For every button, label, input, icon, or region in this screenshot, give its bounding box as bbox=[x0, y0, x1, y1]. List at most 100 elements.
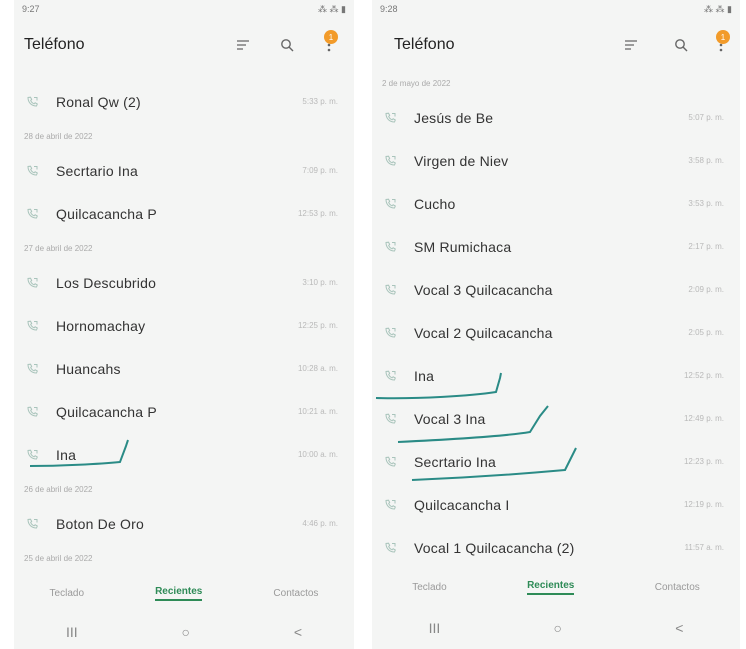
call-icon bbox=[26, 95, 40, 109]
contact-name: Vocal 1 Quilcacancha (2) bbox=[414, 539, 575, 556]
search-icon[interactable] bbox=[670, 34, 692, 56]
contact-name: Virgen de Niev bbox=[414, 152, 509, 169]
bottom-tabs: Teclado Recientes Contactos bbox=[14, 578, 354, 608]
phone-screenshot-right: 9:28 ⁂ ⁂ ▮ Teléfono 1 2 de mayo de 2022 J… bbox=[372, 0, 740, 649]
call-time: 5:33 p. m. bbox=[302, 97, 338, 106]
recent-apps-button[interactable]: III bbox=[66, 624, 78, 640]
call-time: 3:58 p. m. bbox=[688, 156, 724, 165]
call-log-row[interactable]: SM Rumichaca 2:17 p. m. bbox=[372, 225, 740, 268]
contact-name: Quilcacancha P bbox=[56, 205, 157, 222]
call-log-row[interactable]: Huancahs 10:28 a. m. bbox=[14, 347, 354, 390]
call-log-row[interactable]: Secrtario Ina 7:09 p. m. bbox=[14, 149, 354, 192]
date-header: 2 de mayo de 2022 bbox=[382, 78, 451, 88]
home-button[interactable]: ○ bbox=[182, 624, 190, 640]
contact-name: Ronal Qw (2) bbox=[56, 93, 141, 110]
contact-name: Los Descubrido bbox=[56, 274, 157, 291]
call-icon bbox=[26, 517, 40, 531]
call-time: 3:53 p. m. bbox=[688, 199, 724, 208]
call-icon bbox=[384, 283, 398, 297]
back-button[interactable]: < bbox=[675, 620, 683, 636]
filter-icon[interactable] bbox=[620, 34, 642, 56]
status-bar: 9:27 ⁂ ⁂ ▮ bbox=[22, 2, 346, 16]
status-icons: ⁂ ⁂ ▮ bbox=[318, 3, 346, 14]
status-bar: 9:28 ⁂ ⁂ ▮ bbox=[380, 2, 732, 16]
call-icon bbox=[384, 498, 398, 512]
call-time: 7:09 p. m. bbox=[302, 166, 338, 175]
call-log-row[interactable]: Vocal 2 Quilcacancha 2:05 p. m. bbox=[372, 311, 740, 354]
contact-name: Vocal 3 Ina bbox=[414, 410, 486, 427]
search-icon[interactable] bbox=[276, 34, 298, 56]
call-icon bbox=[26, 164, 40, 178]
call-icon bbox=[26, 448, 40, 462]
call-log-row[interactable]: Hornomachay 12:25 p. m. bbox=[14, 304, 354, 347]
call-time: 12:25 p. m. bbox=[297, 321, 338, 330]
contact-name: Ina bbox=[414, 367, 435, 384]
more-vert-icon[interactable]: 1 bbox=[318, 30, 340, 56]
call-icon bbox=[384, 455, 398, 469]
call-log-row[interactable]: Jesús de Be 5:07 p. m. bbox=[372, 96, 740, 139]
contact-name: Vocal 3 Quilcacancha bbox=[414, 281, 553, 298]
call-log-row[interactable]: Vocal 3 Ina 12:49 p. m. bbox=[372, 397, 740, 440]
notification-badge: 1 bbox=[716, 30, 730, 44]
call-log-row[interactable]: Secrtario Ina 12:23 p. m. bbox=[372, 440, 740, 483]
bottom-tabs: Teclado Recientes Contactos bbox=[372, 572, 740, 602]
status-icons: ⁂ ⁂ ▮ bbox=[704, 3, 732, 14]
call-time: 12:52 p. m. bbox=[683, 371, 724, 380]
call-icon bbox=[26, 362, 40, 376]
app-bar: Teléfono 1 bbox=[372, 28, 740, 64]
system-nav-bar: III ○ < bbox=[372, 608, 740, 648]
call-icon bbox=[384, 111, 398, 125]
call-time: 11:57 a. m. bbox=[684, 543, 724, 552]
call-time: 2:09 p. m. bbox=[688, 285, 724, 294]
call-log-row[interactable]: Quilcacancha P 12:53 p. m. bbox=[14, 192, 354, 235]
call-time: 2:17 p. m. bbox=[688, 242, 724, 251]
call-time: 12:19 p. m. bbox=[683, 500, 724, 509]
call-time: 3:10 p. m. bbox=[302, 278, 338, 287]
call-icon bbox=[26, 276, 40, 290]
contact-name: Quilcacancha P bbox=[56, 403, 157, 420]
call-log-row[interactable]: Quilcacancha P 10:21 a. m. bbox=[14, 390, 354, 433]
call-time: 10:00 a. m. bbox=[297, 450, 338, 459]
notification-badge: 1 bbox=[324, 30, 338, 44]
phone-screenshot-left: 9:27 ⁂ ⁂ ▮ Teléfono 1 Ronal Qw (2) 5:33 p… bbox=[14, 0, 354, 649]
call-log-row[interactable]: Los Descubrido 3:10 p. m. bbox=[14, 261, 354, 304]
recent-apps-button[interactable]: III bbox=[429, 620, 441, 636]
call-time: 5:07 p. m. bbox=[688, 113, 724, 122]
tab-recientes[interactable]: Recientes bbox=[155, 586, 203, 601]
date-header: 26 de abril de 2022 bbox=[24, 484, 93, 494]
tab-recientes[interactable]: Recientes bbox=[527, 580, 575, 595]
call-time: 12:53 p. m. bbox=[297, 209, 338, 218]
tab-contactos[interactable]: Contactos bbox=[655, 582, 700, 593]
call-time: 10:21 a. m. bbox=[297, 407, 338, 416]
call-log-row[interactable]: Boton De Oro 4:46 p. m. bbox=[14, 502, 354, 545]
tab-teclado[interactable]: Teclado bbox=[50, 588, 84, 599]
more-vert-icon[interactable]: 1 bbox=[710, 30, 732, 56]
contact-name: Hornomachay bbox=[56, 317, 146, 334]
call-icon bbox=[384, 197, 398, 211]
recent-calls-list: 2 de mayo de 2022 Jesús de Be 5:07 p. m. Vi… bbox=[372, 70, 740, 569]
call-time: 12:23 p. m. bbox=[683, 457, 724, 466]
recent-calls-list: Ronal Qw (2) 5:33 p. m. 28 de abril de 202… bbox=[14, 80, 354, 571]
call-log-row[interactable]: Quilcacancha I 12:19 p. m. bbox=[372, 483, 740, 526]
call-icon bbox=[384, 412, 398, 426]
call-log-row[interactable]: Ina 12:52 p. m. bbox=[372, 354, 740, 397]
back-button[interactable]: < bbox=[294, 624, 302, 640]
call-log-row[interactable]: Vocal 3 Quilcacancha 2:09 p. m. bbox=[372, 268, 740, 311]
home-button[interactable]: ○ bbox=[554, 620, 562, 636]
call-icon bbox=[384, 541, 398, 555]
contact-name: Cucho bbox=[414, 195, 456, 212]
filter-icon[interactable] bbox=[232, 34, 254, 56]
tab-contactos[interactable]: Contactos bbox=[273, 588, 318, 599]
contact-name: Ina bbox=[56, 446, 77, 463]
call-log-row[interactable]: Ronal Qw (2) 5:33 p. m. bbox=[14, 80, 354, 123]
date-header: 28 de abril de 2022 bbox=[24, 131, 93, 141]
page-title: Teléfono bbox=[394, 36, 455, 53]
tab-teclado[interactable]: Teclado bbox=[412, 582, 446, 593]
call-log-row[interactable]: Cucho 3:53 p. m. bbox=[372, 182, 740, 225]
page-title: Teléfono bbox=[24, 36, 85, 53]
call-log-row[interactable]: Ina 10:00 a. m. bbox=[14, 433, 354, 476]
system-nav-bar: III ○ < bbox=[14, 612, 354, 649]
call-log-row[interactable]: Virgen de Niev 3:58 p. m. bbox=[372, 139, 740, 182]
call-log-row[interactable]: Vocal 1 Quilcacancha (2) 11:57 a. m. bbox=[372, 526, 740, 569]
call-icon bbox=[384, 326, 398, 340]
